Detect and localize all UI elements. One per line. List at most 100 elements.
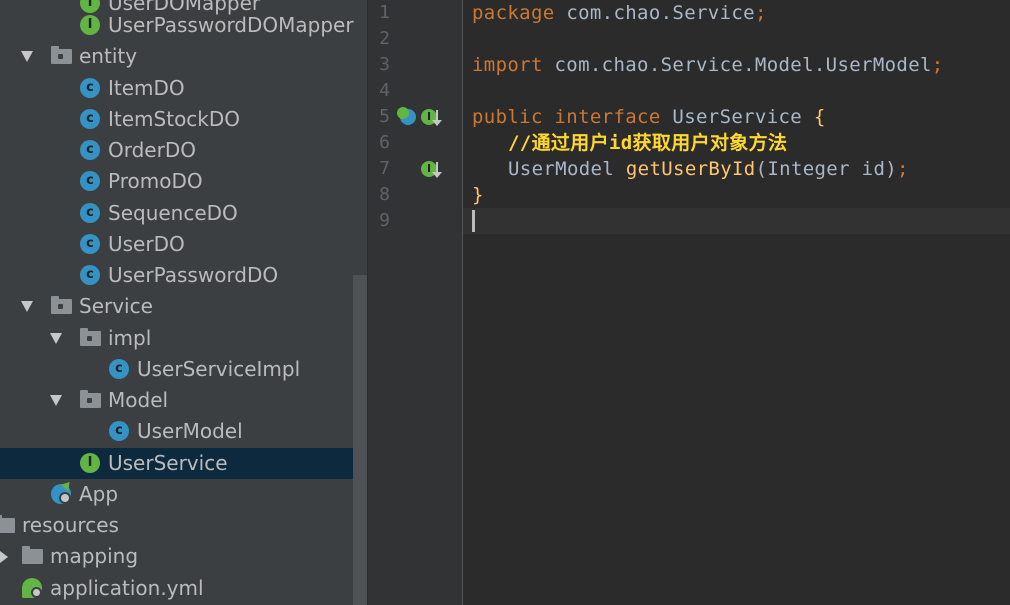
expand-arrow-icon[interactable] <box>50 333 62 344</box>
brace: } <box>472 184 484 206</box>
project-tree: I UserDOMapper I UserPasswordDOMapper en… <box>0 0 367 605</box>
line-number: 3 <box>379 54 390 75</box>
package-folder-icon <box>80 328 101 346</box>
expand-arrow-icon[interactable] <box>21 301 33 312</box>
line-number: 9 <box>379 210 390 231</box>
tree-item-label: UserModel <box>137 419 243 443</box>
caret-line-highlight <box>463 208 1010 234</box>
expand-arrow-icon[interactable] <box>21 51 33 62</box>
expand-arrow-icon[interactable] <box>50 395 62 406</box>
tree-item-label: entity <box>79 44 138 68</box>
semicolon: ; <box>931 54 944 76</box>
keyword: import <box>472 54 543 76</box>
class-icon: c <box>80 203 100 223</box>
tree-item-userserviceimpl[interactable]: c UserServiceImpl <box>0 354 367 385</box>
package-folder-icon <box>51 296 72 314</box>
semicolon: ; <box>897 158 909 180</box>
tree-item-userservice[interactable]: I UserService <box>0 448 367 479</box>
tree-item-label: UserService <box>108 451 228 475</box>
tree-item-application-yml[interactable]: application.yml <box>0 573 367 604</box>
class-icon: c <box>80 171 100 191</box>
tree-scrollbar[interactable] <box>353 275 367 605</box>
identifier: com.chao.Service <box>554 2 755 24</box>
package-folder-icon <box>51 46 72 64</box>
implemented-by-icon[interactable] <box>397 107 416 125</box>
interface-icon: I <box>80 453 100 473</box>
brace: { <box>813 106 826 128</box>
tree-item-entity[interactable]: entity <box>0 41 367 72</box>
tree-item-label: SequenceDO <box>108 201 238 225</box>
line-number: 7 <box>379 158 390 179</box>
tree-item-userpassworddo[interactable]: c UserPasswordDO <box>0 260 367 291</box>
line-number: 1 <box>379 2 390 23</box>
code-line-1[interactable]: package com.chao.Service; <box>472 0 767 26</box>
tree-item-label: Service <box>79 294 153 318</box>
gutter-divider <box>462 0 463 605</box>
code-line-5[interactable]: public interface UserService { <box>472 104 826 130</box>
tree-item-itemstockdo[interactable]: c ItemStockDO <box>0 104 367 135</box>
collapsed-arrow-icon[interactable] <box>0 551 8 563</box>
tree-item-label: ItemStockDO <box>108 107 241 131</box>
tree-item-model[interactable]: Model <box>0 385 367 416</box>
class-icon: c <box>109 421 129 441</box>
tree-item-label: ItemDO <box>108 76 185 100</box>
code-line-6[interactable]: //通过用户id获取用户对象方法 <box>508 130 787 156</box>
tree-item-promodo[interactable]: c PromoDO <box>0 166 367 197</box>
tree-item-label: UserServiceImpl <box>137 357 301 381</box>
tree-item-orderdo[interactable]: c OrderDO <box>0 135 367 166</box>
tree-item-label: UserPasswordDOMapper <box>108 13 354 37</box>
resources-folder-icon <box>0 515 15 533</box>
tree-item-label: App <box>79 482 119 506</box>
method-name: getUserById <box>625 158 756 180</box>
code-line-8[interactable]: } <box>472 182 484 208</box>
comment: //通过用户id获取用户对象方法 <box>508 132 788 154</box>
class-icon: c <box>109 359 129 379</box>
tree-item-itemdo[interactable]: c ItemDO <box>0 73 367 104</box>
go-to-implementation-arrow-icon[interactable] <box>432 110 442 126</box>
tree-item-userpassworddomapper[interactable]: I UserPasswordDOMapper <box>0 10 367 41</box>
code-line-3[interactable]: import com.chao.Service.Model.UserModel; <box>472 52 944 78</box>
tree-item-label: Model <box>108 388 169 412</box>
tree-item-label: OrderDO <box>108 138 196 162</box>
tree-item-label: UserDO <box>108 232 185 256</box>
line-number: 5 <box>379 106 390 127</box>
line-number: 8 <box>379 184 390 205</box>
go-to-implementation-arrow-icon[interactable] <box>432 162 442 178</box>
tree-item-impl[interactable]: impl <box>0 323 367 354</box>
tree-item-label: mapping <box>50 544 139 568</box>
line-number: 6 <box>379 132 390 153</box>
spring-boot-app-icon <box>51 484 71 504</box>
code-editor[interactable] <box>463 0 1010 605</box>
keyword: package <box>472 2 555 24</box>
tree-item-label: application.yml <box>50 576 204 600</box>
tree-item-label: resources <box>22 513 119 537</box>
class-icon: c <box>80 109 100 129</box>
tree-item-label: impl <box>108 326 152 350</box>
keyword: public <box>472 106 543 128</box>
class-icon: c <box>80 140 100 160</box>
semicolon: ; <box>754 2 767 24</box>
tree-item-usermodel[interactable]: c UserModel <box>0 416 367 447</box>
tree-item-resources[interactable]: resources <box>0 510 367 541</box>
tree-item-userdo[interactable]: c UserDO <box>0 229 367 260</box>
tree-item-sequencedo[interactable]: c SequenceDO <box>0 198 367 229</box>
spring-config-icon <box>22 578 42 598</box>
class-icon: c <box>80 78 100 98</box>
tree-item-mapping[interactable]: mapping <box>0 541 367 572</box>
code-line-7[interactable]: UserModel getUserById(Integer id); <box>508 156 909 182</box>
package-folder-icon <box>80 390 101 408</box>
identifier: com.chao.Service.Model.UserModel <box>542 54 932 76</box>
interface-icon: I <box>80 15 100 35</box>
type: UserModel <box>508 158 626 180</box>
tree-item-label: UserPasswordDO <box>108 263 279 287</box>
folder-icon <box>22 546 43 564</box>
tree-item-app[interactable]: App <box>0 479 367 510</box>
keyword: interface <box>542 106 661 128</box>
text-caret <box>472 210 475 232</box>
line-number: 4 <box>379 80 390 101</box>
class-icon: c <box>80 234 100 254</box>
class-icon: c <box>80 265 100 285</box>
tree-item-service[interactable]: Service <box>0 291 367 322</box>
parameters: (Integer id) <box>755 158 898 180</box>
line-number: 2 <box>379 28 390 49</box>
